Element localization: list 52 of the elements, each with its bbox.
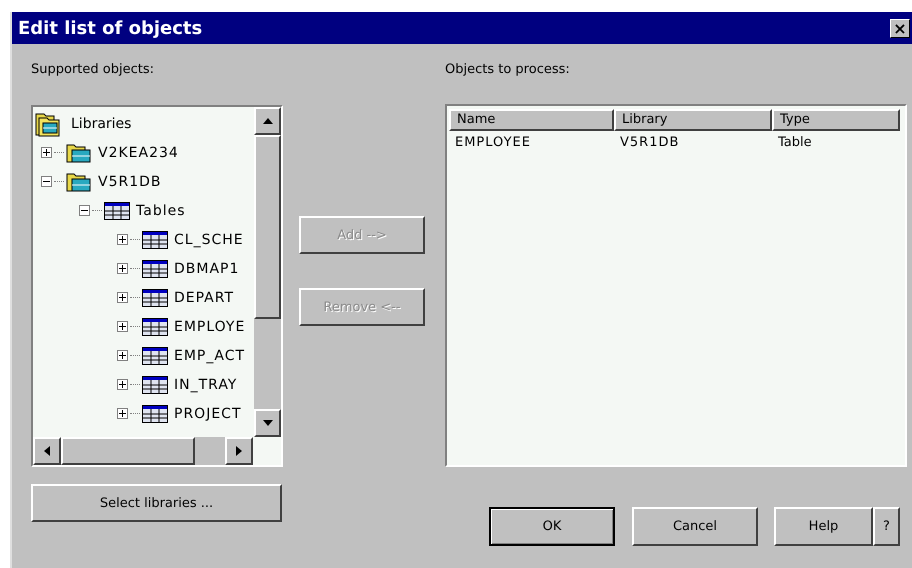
tree-item[interactable]: PROJECT <box>174 406 242 422</box>
tree-item[interactable]: Libraries <box>71 116 132 132</box>
expander-icon[interactable] <box>117 292 128 303</box>
table-cell-text: Table <box>777 134 813 150</box>
table-icon <box>142 404 168 422</box>
expander-icon[interactable] <box>41 176 52 187</box>
select-libraries-button[interactable]: Select libraries ... <box>31 484 282 522</box>
horizontal-scrollbar[interactable] <box>33 437 253 465</box>
table-cell-text: V5R1DB <box>619 134 680 150</box>
expander-icon[interactable] <box>117 350 128 361</box>
table-icon <box>142 288 168 306</box>
expander-icon[interactable] <box>41 147 52 158</box>
dialog-button[interactable]: Cancel <box>632 507 758 546</box>
column-header[interactable]: Type <box>772 109 900 131</box>
close-button[interactable]: × <box>890 18 910 38</box>
table-icon <box>142 376 168 394</box>
expander-icon[interactable] <box>79 205 90 216</box>
dialog-button[interactable]: Help <box>774 507 873 546</box>
column-header[interactable]: Library <box>614 109 772 131</box>
supported-objects-label: Supported objects: <box>31 62 155 78</box>
down-arrow-icon[interactable] <box>262 420 272 426</box>
folder-icon <box>66 142 92 164</box>
right-arrow-icon[interactable] <box>236 446 242 456</box>
tree-item[interactable]: DEPART <box>174 290 234 306</box>
expander-icon[interactable] <box>117 321 128 332</box>
expander-icon[interactable] <box>117 234 128 245</box>
vertical-scrollbar[interactable] <box>254 107 281 437</box>
table-icon <box>142 260 168 278</box>
dialog-button[interactable]: ? <box>873 507 900 546</box>
expander-icon[interactable] <box>117 263 128 274</box>
expander-icon[interactable] <box>117 379 128 390</box>
tree-item[interactable]: V2KEA234 <box>98 144 179 160</box>
table-cell-text: EMPLOYEE <box>454 134 532 150</box>
tree-item[interactable]: V5R1DB <box>98 174 162 190</box>
folder-icon <box>66 170 92 192</box>
expander-icon[interactable] <box>117 408 128 419</box>
left-arrow-icon[interactable] <box>44 446 50 456</box>
tree-item[interactable]: IN_TRAY <box>174 376 238 392</box>
tree-item[interactable]: DBMAP1 <box>174 260 240 276</box>
dialog-button[interactable]: OK <box>489 507 615 546</box>
column-header[interactable]: Name <box>449 109 614 131</box>
up-arrow-icon[interactable] <box>262 118 272 124</box>
tree-item[interactable]: CL_SCHE <box>174 232 244 248</box>
tree-item[interactable]: EMP_ACT <box>174 348 246 364</box>
table-icon <box>104 202 130 220</box>
window-title: Edit list of objects <box>18 18 202 38</box>
objects-to-process-label: Objects to process: <box>445 62 571 78</box>
tree-item[interactable]: Tables <box>136 202 186 218</box>
table-icon <box>142 318 168 336</box>
table-icon <box>142 346 168 364</box>
table-icon <box>142 230 168 248</box>
tree-item[interactable]: EMPLOYE <box>174 318 246 334</box>
